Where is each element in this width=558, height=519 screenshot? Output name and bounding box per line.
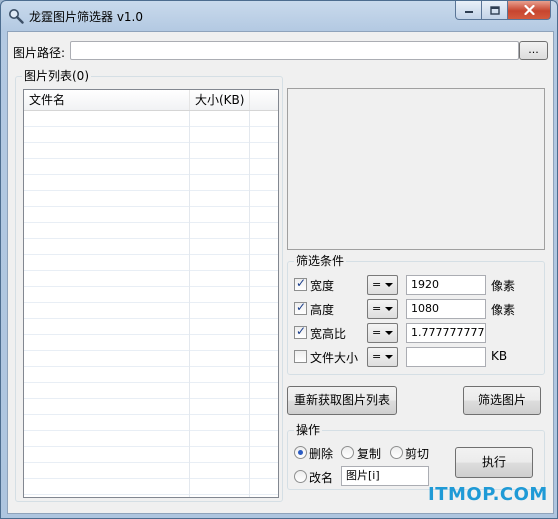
height-unit: 像素	[491, 303, 516, 317]
image-list[interactable]: 文件名 大小(KB)	[23, 89, 279, 498]
file-size-operator-select[interactable]: =	[367, 347, 398, 367]
height-value-input[interactable]: 1080	[406, 299, 486, 319]
aspect-ratio-checkbox[interactable]	[294, 324, 307, 339]
operation-title: 操作	[294, 423, 323, 437]
app-window: 龙霆图片筛选器 v1.0 图片路径: ... 图片列表(0) 文件名 大小(KB…	[0, 0, 558, 519]
image-list-rows	[24, 111, 278, 497]
width-checkbox[interactable]	[294, 276, 307, 291]
delete-label: 删除	[309, 447, 334, 461]
refresh-list-button[interactable]: 重新获取图片列表	[287, 386, 397, 415]
maximize-button[interactable]	[482, 1, 508, 20]
file-size-unit: KB	[491, 349, 508, 363]
height-label: 高度	[310, 303, 335, 317]
rename-label: 改名	[309, 471, 334, 485]
width-operator-value: =	[372, 278, 382, 291]
rename-pattern-input[interactable]: 图片[i]	[341, 466, 429, 486]
cut-label: 剪切	[405, 447, 430, 461]
copy-label: 复制	[357, 447, 382, 461]
minimize-icon	[464, 11, 473, 13]
file-size-label: 文件大小	[310, 351, 359, 365]
filter-images-button[interactable]: 筛选图片	[463, 386, 541, 415]
file-size-operator-value: =	[372, 350, 382, 363]
magnifier-icon	[9, 9, 24, 24]
maximize-icon	[489, 5, 500, 15]
image-preview	[287, 88, 545, 250]
title-bar[interactable]: 龙霆图片筛选器 v1.0	[1, 1, 557, 31]
chevron-down-icon	[385, 331, 393, 335]
chevron-down-icon	[385, 307, 393, 311]
main-panel: 图片路径: ... 图片列表(0) 文件名 大小(KB) 筛选条件 宽度 = 1…	[7, 31, 554, 514]
image-path-input[interactable]	[70, 41, 519, 60]
column-divider	[249, 111, 250, 497]
execute-button[interactable]: 执行	[455, 447, 533, 478]
path-label: 图片路径:	[13, 46, 66, 60]
width-value-input[interactable]: 1920	[406, 275, 486, 295]
height-checkbox[interactable]	[294, 300, 307, 315]
window-title: 龙霆图片筛选器 v1.0	[29, 10, 144, 24]
column-header-filename[interactable]: 文件名	[24, 90, 190, 110]
copy-radio[interactable]	[341, 446, 354, 459]
browse-button[interactable]: ...	[519, 41, 548, 60]
aspect-ratio-operator-value: =	[372, 326, 382, 339]
height-operator-value: =	[372, 302, 382, 315]
height-operator-select[interactable]: =	[367, 299, 398, 319]
filter-title: 筛选条件	[294, 254, 347, 268]
cut-radio[interactable]	[390, 446, 403, 459]
close-button[interactable]	[508, 1, 551, 20]
chevron-down-icon	[385, 355, 393, 359]
column-divider	[189, 111, 190, 497]
rename-radio[interactable]	[294, 470, 307, 483]
minimize-button[interactable]	[455, 1, 482, 20]
aspect-ratio-value-input[interactable]: 1.77777777777	[406, 323, 486, 343]
column-header-size[interactable]: 大小(KB)	[190, 90, 250, 110]
width-label: 宽度	[310, 279, 335, 293]
delete-radio[interactable]	[294, 446, 307, 459]
site-watermark: ITMOP.COM	[428, 484, 548, 505]
width-operator-select[interactable]: =	[367, 275, 398, 295]
aspect-ratio-label: 宽高比	[310, 327, 347, 341]
width-unit: 像素	[491, 279, 516, 293]
chevron-down-icon	[385, 283, 393, 287]
image-list-header: 文件名 大小(KB)	[24, 90, 278, 111]
file-size-value-input[interactable]	[406, 347, 486, 367]
file-size-checkbox[interactable]	[294, 350, 307, 363]
image-list-title: 图片列表(0)	[22, 69, 91, 83]
close-icon	[523, 5, 535, 15]
aspect-ratio-operator-select[interactable]: =	[367, 323, 398, 343]
